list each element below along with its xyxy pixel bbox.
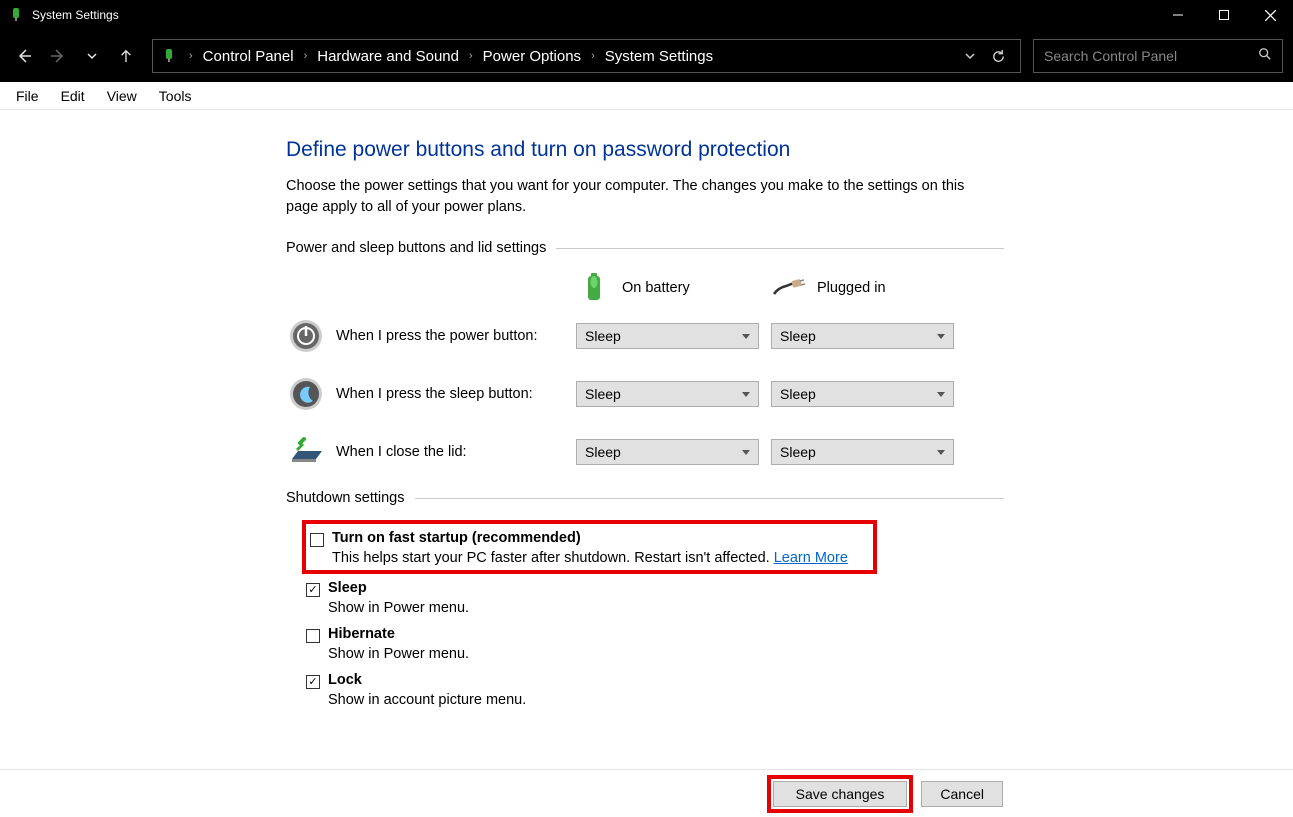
menu-file[interactable]: File (6, 86, 49, 106)
sleep-label: Sleep (328, 580, 367, 596)
address-bar[interactable]: › Control Panel › Hardware and Sound › P… (152, 39, 1021, 73)
forward-button[interactable] (44, 42, 72, 70)
fast-startup-desc: This helps start your PC faster after sh… (332, 550, 869, 566)
power-button-icon (286, 316, 326, 356)
chevron-right-icon[interactable]: › (183, 50, 199, 62)
column-headers: On battery Plugged in (576, 270, 1004, 306)
search-box[interactable] (1033, 39, 1283, 73)
chevron-right-icon[interactable]: › (298, 50, 314, 62)
window-title: System Settings (32, 8, 119, 22)
sleep-button-label: When I press the sleep button: (336, 386, 576, 402)
close-lid-label: When I close the lid: (336, 444, 576, 460)
save-changes-button[interactable]: Save changes (773, 781, 908, 807)
sleep-button-battery-select[interactable]: Sleep (576, 381, 759, 407)
menu-edit[interactable]: Edit (51, 86, 95, 106)
refresh-button[interactable] (984, 49, 1012, 64)
back-button[interactable] (10, 42, 38, 70)
fast-startup-highlight: Turn on fast startup (recommended) This … (302, 520, 877, 574)
learn-more-link[interactable]: Learn More (774, 550, 848, 566)
plug-icon (771, 270, 807, 306)
hibernate-desc: Show in Power menu. (328, 646, 1004, 662)
lock-desc: Show in account picture menu. (328, 692, 1004, 708)
search-input[interactable] (1044, 48, 1258, 64)
power-button-label: When I press the power button: (336, 328, 576, 344)
breadcrumb-item[interactable]: System Settings (601, 48, 717, 65)
page-title: Define power buttons and turn on passwor… (286, 138, 1004, 162)
chevron-right-icon[interactable]: › (463, 50, 479, 62)
menu-bar: File Edit View Tools (0, 82, 1293, 110)
column-header-battery: On battery (576, 270, 771, 306)
sleep-button-icon (286, 374, 326, 414)
location-icon (161, 48, 177, 64)
laptop-lid-icon (286, 432, 326, 472)
menu-tools[interactable]: Tools (149, 86, 202, 106)
cancel-button[interactable]: Cancel (921, 781, 1003, 807)
maximize-button[interactable] (1201, 0, 1247, 30)
sleep-checkbox[interactable]: ✓ (306, 583, 320, 597)
search-icon[interactable] (1258, 47, 1272, 66)
breadcrumb-item[interactable]: Hardware and Sound (313, 48, 463, 65)
section-heading-power-buttons: Power and sleep buttons and lid settings (286, 240, 1004, 256)
menu-view[interactable]: View (97, 86, 147, 106)
hibernate-checkbox[interactable] (306, 629, 320, 643)
setting-row-close-lid: When I close the lid: Sleep Sleep (286, 432, 1004, 472)
footer-buttons: Save changes Cancel (0, 769, 1293, 817)
close-lid-battery-select[interactable]: Sleep (576, 439, 759, 465)
lock-label: Lock (328, 672, 362, 688)
section-heading-shutdown: Shutdown settings (286, 490, 1004, 506)
battery-icon (576, 270, 612, 306)
app-icon (8, 7, 24, 23)
fast-startup-label: Turn on fast startup (recommended) (332, 530, 581, 546)
lock-checkbox[interactable]: ✓ (306, 675, 320, 689)
power-button-battery-select[interactable]: Sleep (576, 323, 759, 349)
minimize-button[interactable] (1155, 0, 1201, 30)
column-header-plugged: Plugged in (771, 270, 966, 306)
close-lid-plugged-select[interactable]: Sleep (771, 439, 954, 465)
setting-row-sleep-button: When I press the sleep button: Sleep Sle… (286, 374, 1004, 414)
breadcrumb-item[interactable]: Control Panel (199, 48, 298, 65)
setting-row-power-button: When I press the power button: Sleep Sle… (286, 316, 1004, 356)
recent-locations-button[interactable] (78, 42, 106, 70)
page-description: Choose the power settings that you want … (286, 176, 966, 218)
address-dropdown-button[interactable] (956, 51, 984, 61)
titlebar: System Settings (0, 0, 1293, 30)
content-area: Define power buttons and turn on passwor… (0, 110, 1004, 708)
up-button[interactable] (112, 42, 140, 70)
close-button[interactable] (1247, 0, 1293, 30)
power-button-plugged-select[interactable]: Sleep (771, 323, 954, 349)
sleep-desc: Show in Power menu. (328, 600, 1004, 616)
navigation-bar: › Control Panel › Hardware and Sound › P… (0, 30, 1293, 82)
fast-startup-checkbox[interactable] (310, 533, 324, 547)
sleep-button-plugged-select[interactable]: Sleep (771, 381, 954, 407)
chevron-right-icon[interactable]: › (585, 50, 601, 62)
breadcrumb-item[interactable]: Power Options (479, 48, 585, 65)
hibernate-label: Hibernate (328, 626, 395, 642)
